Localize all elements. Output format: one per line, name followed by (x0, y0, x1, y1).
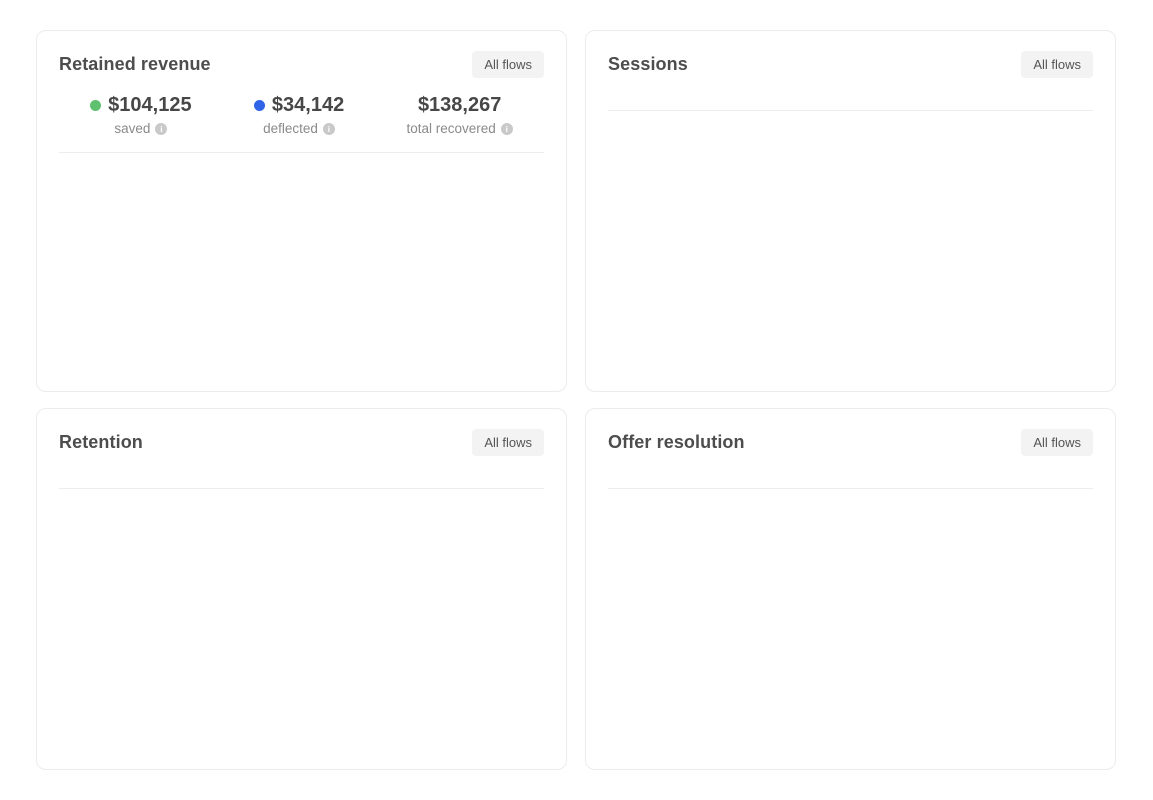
card-header: Retention All flows (59, 429, 544, 456)
line-chart (608, 117, 1093, 323)
deflected-legend-dot-icon (254, 100, 265, 111)
stat-value: $104,125 (108, 94, 191, 117)
stat-label: total recovered i (407, 121, 513, 136)
card-sessions: Sessions All flows (585, 30, 1116, 392)
info-icon[interactable]: i (501, 123, 513, 135)
card-title: Retention (59, 432, 143, 453)
stat-deflected: $34,142 deflected i (254, 94, 344, 136)
card-header: Retained revenue All flows (59, 51, 544, 78)
card-header: Sessions All flows (608, 51, 1093, 78)
card-retention: Retention All flows (36, 408, 567, 770)
stat-label: savedi (90, 121, 191, 136)
info-icon[interactable]: i (155, 123, 167, 135)
stacked-bar-chart (59, 159, 544, 365)
stat-saved: $104,125 savedi (90, 94, 191, 136)
chart-retention (59, 495, 544, 701)
stat-label-text: saved (114, 121, 150, 136)
stat-label: deflected i (254, 121, 344, 136)
stat-label-text: total recovered (407, 121, 496, 136)
all-flows-button[interactable]: All flows (1021, 51, 1093, 78)
card-offer-resolution: Offer resolution All flows (585, 408, 1116, 770)
card-retained-revenue: Retained revenue All flows $104,125 saved… (36, 30, 567, 392)
stat-total-recovered: $138,267 total recovered i (407, 94, 513, 136)
card-title: Offer resolution (608, 432, 745, 453)
card-header: Offer resolution All flows (608, 429, 1093, 456)
dashboard-grid: Retained revenue All flows $104,125 saved… (0, 0, 1153, 800)
all-flows-button[interactable]: All flows (1021, 429, 1093, 456)
card-title: Sessions (608, 54, 688, 75)
stats-row: $104,125savedi$34,142deflectedi$138,267t… (59, 94, 544, 153)
card-title: Retained revenue (59, 54, 211, 75)
chart-retained-revenue (59, 159, 544, 365)
stats-row (59, 472, 544, 489)
info-icon[interactable]: i (323, 123, 335, 135)
all-flows-button[interactable]: All flows (472, 51, 544, 78)
saved-legend-dot-icon (90, 100, 101, 111)
stacked-bar-chart (59, 495, 544, 701)
chart-offer-resolution (608, 495, 1093, 701)
stats-row (608, 94, 1093, 111)
chart-sessions (608, 117, 1093, 323)
stats-row (608, 472, 1093, 489)
stat-value: $138,267 (418, 94, 501, 117)
stat-label-text: deflected (263, 121, 318, 136)
stacked-bar-chart (608, 495, 1093, 701)
all-flows-button[interactable]: All flows (472, 429, 544, 456)
stat-value: $34,142 (272, 94, 344, 117)
